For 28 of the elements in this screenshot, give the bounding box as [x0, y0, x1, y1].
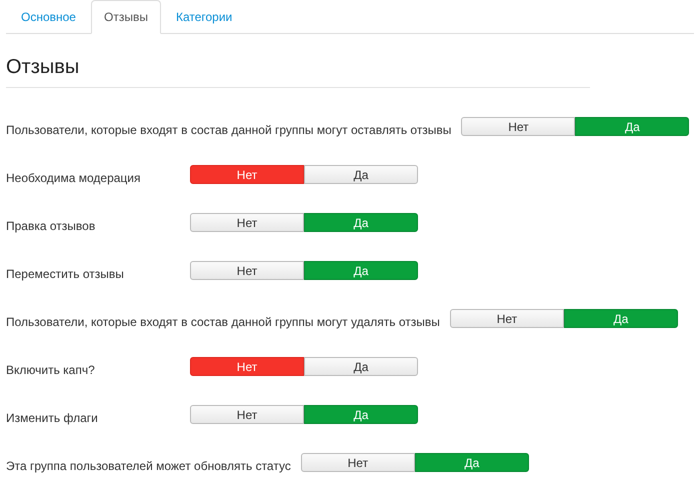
toggle-option[interactable]: Нет — [190, 357, 304, 376]
toggle-option[interactable]: Да — [304, 213, 418, 232]
setting-label: Переместить отзывы — [6, 266, 125, 280]
setting-label: Правка отзывов — [6, 218, 96, 232]
toggle-option[interactable]: Нет — [300, 453, 415, 472]
tab[interactable]: Отзывы — [90, 0, 161, 34]
section-heading: Отзывы — [6, 56, 590, 88]
toggle-option[interactable]: Да — [304, 405, 418, 424]
toggle-option[interactable]: Нет — [190, 261, 304, 280]
toggle-option[interactable]: Нет — [190, 165, 304, 184]
setting-label: Включить капч? — [6, 362, 96, 376]
toggle-option[interactable]: Нет — [190, 213, 304, 232]
toggle-option[interactable]: Да — [304, 357, 418, 376]
setting-label: Необходима модерация — [6, 170, 142, 184]
toggle-option[interactable]: Да — [304, 261, 418, 280]
tab[interactable]: Категории — [162, 0, 246, 34]
toggle-option[interactable]: Да — [575, 117, 690, 136]
toggle-option[interactable]: Да — [414, 453, 529, 472]
tab[interactable]: Основное — [8, 0, 89, 34]
toggle-option[interactable]: Нет — [450, 309, 564, 328]
toggle-option[interactable]: Да — [304, 165, 418, 184]
toggle-option[interactable]: Нет — [461, 117, 576, 136]
setting-label: Пользователи, которые входят в состав данной группы могут оставлять отзывы — [6, 122, 452, 136]
setting-label: Изменить флаги — [6, 410, 99, 424]
toggle-option[interactable]: Нет — [190, 405, 304, 424]
setting-label: Эта группа пользователей может обновлять статус — [6, 458, 291, 472]
setting-label: Пользователи, которые входят в состав данной группы могут удалять отзывы — [6, 314, 440, 328]
toggle-option[interactable]: Да — [564, 309, 678, 328]
